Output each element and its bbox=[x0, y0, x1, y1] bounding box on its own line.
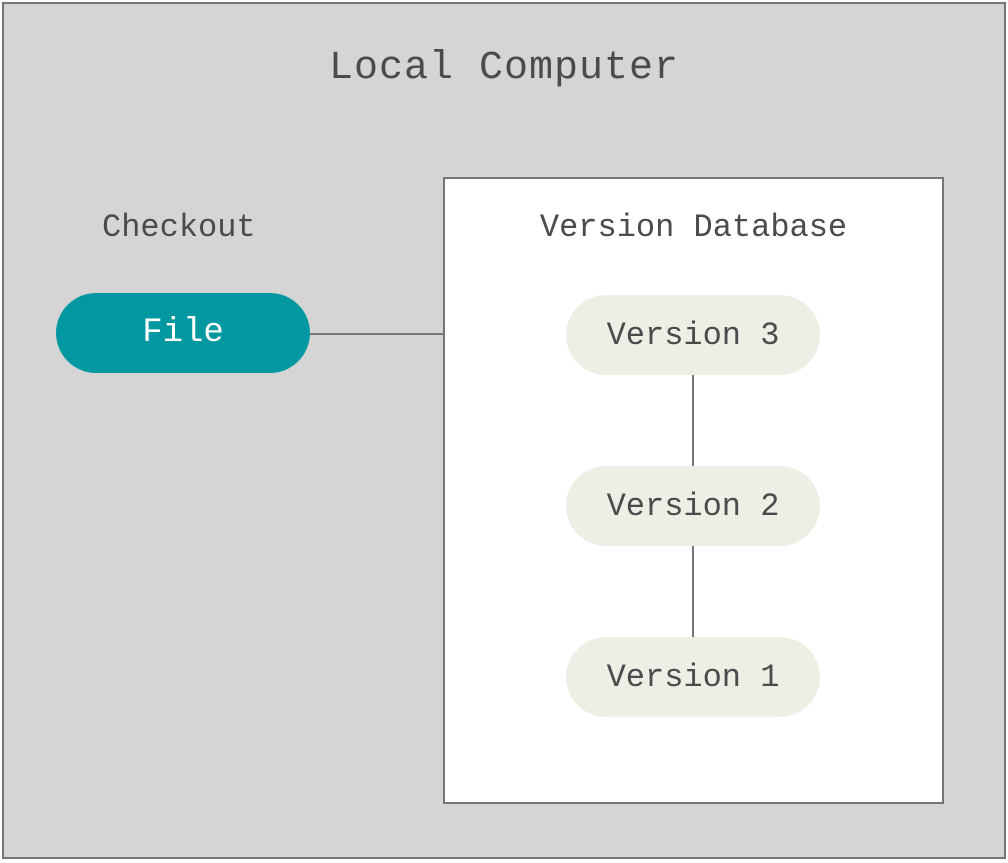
file-node-label: File bbox=[142, 314, 224, 352]
version3-to-version2-connector bbox=[692, 375, 694, 466]
version-3-node: Version 3 bbox=[566, 295, 820, 375]
local-computer-box: Local Computer Checkout File Version Dat… bbox=[2, 2, 1006, 859]
local-computer-title: Local Computer bbox=[4, 46, 1004, 91]
file-node: File bbox=[56, 293, 310, 373]
checkout-label: Checkout bbox=[102, 209, 256, 246]
version-database-box: Version Database Version 3 Version 2 Ver… bbox=[443, 177, 944, 804]
version-database-title: Version Database bbox=[445, 209, 942, 246]
version-1-label: Version 1 bbox=[607, 659, 780, 696]
version-3-label: Version 3 bbox=[607, 317, 780, 354]
version-1-node: Version 1 bbox=[566, 637, 820, 717]
version2-to-version1-connector bbox=[692, 546, 694, 637]
version-2-label: Version 2 bbox=[607, 488, 780, 525]
version-2-node: Version 2 bbox=[566, 466, 820, 546]
